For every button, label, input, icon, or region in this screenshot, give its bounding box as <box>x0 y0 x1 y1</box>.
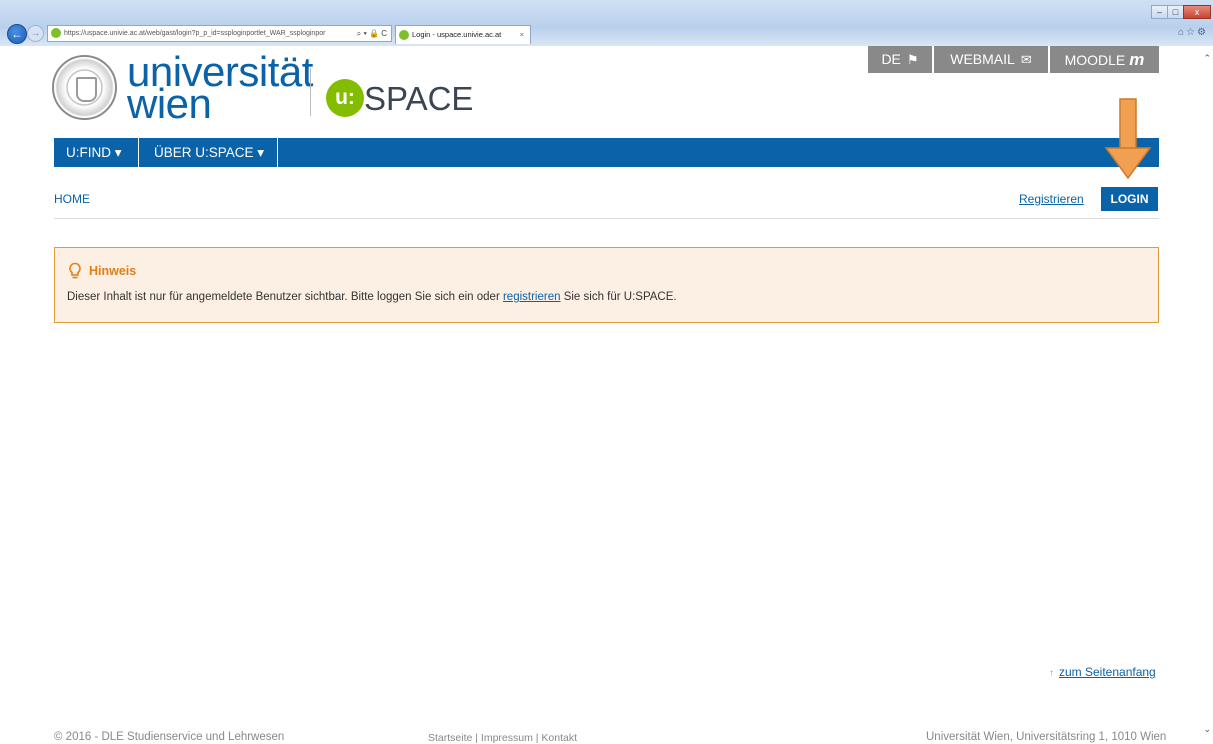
nav-divider <box>138 138 139 167</box>
annotation-arrow-icon <box>1104 98 1152 180</box>
moodle-link[interactable]: MOODLE m <box>1050 46 1159 73</box>
notice-text-before: Dieser Inhalt ist nur für angemeldete Be… <box>67 291 503 303</box>
minimize-button[interactable]: – <box>1151 5 1168 19</box>
tab-favicon-icon <box>399 30 409 41</box>
back-arrow-icon: ← <box>11 27 23 41</box>
breadcrumb-home[interactable]: HOME <box>54 192 90 206</box>
footer-address: Universität Wien, Universitätsring 1, 10… <box>926 731 1167 743</box>
browser-tab[interactable]: Login - uspace.univie.ac.at × <box>395 25 531 44</box>
lightbulb-icon <box>69 262 81 279</box>
footer-links[interactable]: Startseite | Impressum | Kontakt <box>428 732 577 744</box>
footer-copyright: © 2016 - DLE Studienservice und Lehrwese… <box>54 731 285 743</box>
address-bar[interactable]: https://uspace.univie.ac.at/web/gast/log… <box>47 25 392 42</box>
language-label: DE <box>881 51 901 67</box>
uspace-logo-icon[interactable]: u: <box>326 79 364 117</box>
divider-line <box>54 218 1159 219</box>
notice-text: Dieser Inhalt ist nur für angemeldete Be… <box>67 291 677 303</box>
main-navigation: U:FIND ▾ ÜBER U:SPACE ▾ <box>54 138 1159 167</box>
language-switch[interactable]: DE ⚑ <box>868 46 932 73</box>
notice-register-link[interactable]: registrieren <box>503 291 561 303</box>
nav-item-ufind[interactable]: U:FIND ▾ <box>54 138 134 167</box>
envelope-icon: ✉ <box>1020 52 1032 67</box>
login-button[interactable]: LOGIN <box>1101 187 1158 211</box>
maximize-button[interactable]: □ <box>1167 5 1184 19</box>
window-controls: – □ x <box>1151 2 1211 20</box>
scroll-up-icon[interactable]: ⌃ <box>1203 53 1211 64</box>
tab-title: Login - uspace.univie.ac.at <box>412 30 502 39</box>
forward-button[interactable]: → <box>27 25 44 42</box>
uspace-logo-text[interactable]: SPACE <box>364 80 473 118</box>
notice-box: Hinweis Dieser Inhalt ist nur für angeme… <box>54 247 1159 323</box>
forward-arrow-icon: → <box>30 28 41 39</box>
browser-toolbar-icons[interactable]: ⌂☆⚙ <box>1178 27 1208 38</box>
site-favicon-icon <box>51 28 61 39</box>
tab-close-icon[interactable]: × <box>520 26 524 43</box>
flag-icon: ⚑ <box>906 52 919 67</box>
arrow-up-icon: ↑ <box>1049 668 1054 679</box>
notice-text-after: Sie sich für U:SPACE. <box>560 291 677 303</box>
browser-chrome: ← → https://uspace.univie.ac.at/web/gast… <box>0 0 1213 46</box>
scroll-down-icon[interactable]: ⌄ <box>1203 724 1211 735</box>
address-url: https://uspace.univie.ac.at/web/gast/log… <box>64 30 326 37</box>
nav-divider <box>277 138 278 167</box>
window-close-button[interactable]: x <box>1183 5 1211 19</box>
back-to-top-label: zum Seitenanfang <box>1059 665 1156 679</box>
moodle-m-icon: m <box>1129 50 1145 69</box>
webmail-link[interactable]: WEBMAIL ✉ <box>934 46 1048 73</box>
logo-divider <box>310 68 311 116</box>
back-to-top-link[interactable]: ↑ zum Seitenanfang <box>1049 665 1156 679</box>
back-button[interactable]: ← <box>7 24 27 44</box>
university-seal-icon <box>52 55 117 120</box>
notice-title: Hinweis <box>89 264 137 278</box>
university-logo[interactable]: universität wien <box>127 51 313 125</box>
register-link[interactable]: Registrieren <box>1019 192 1084 206</box>
webmail-label: WEBMAIL <box>950 51 1015 67</box>
address-tools[interactable]: ⌕ ▾ 🔒 C <box>357 26 387 41</box>
moodle-label: MOODLE <box>1064 52 1126 68</box>
nav-item-ueber-uspace[interactable]: ÜBER U:SPACE ▾ <box>142 138 276 167</box>
